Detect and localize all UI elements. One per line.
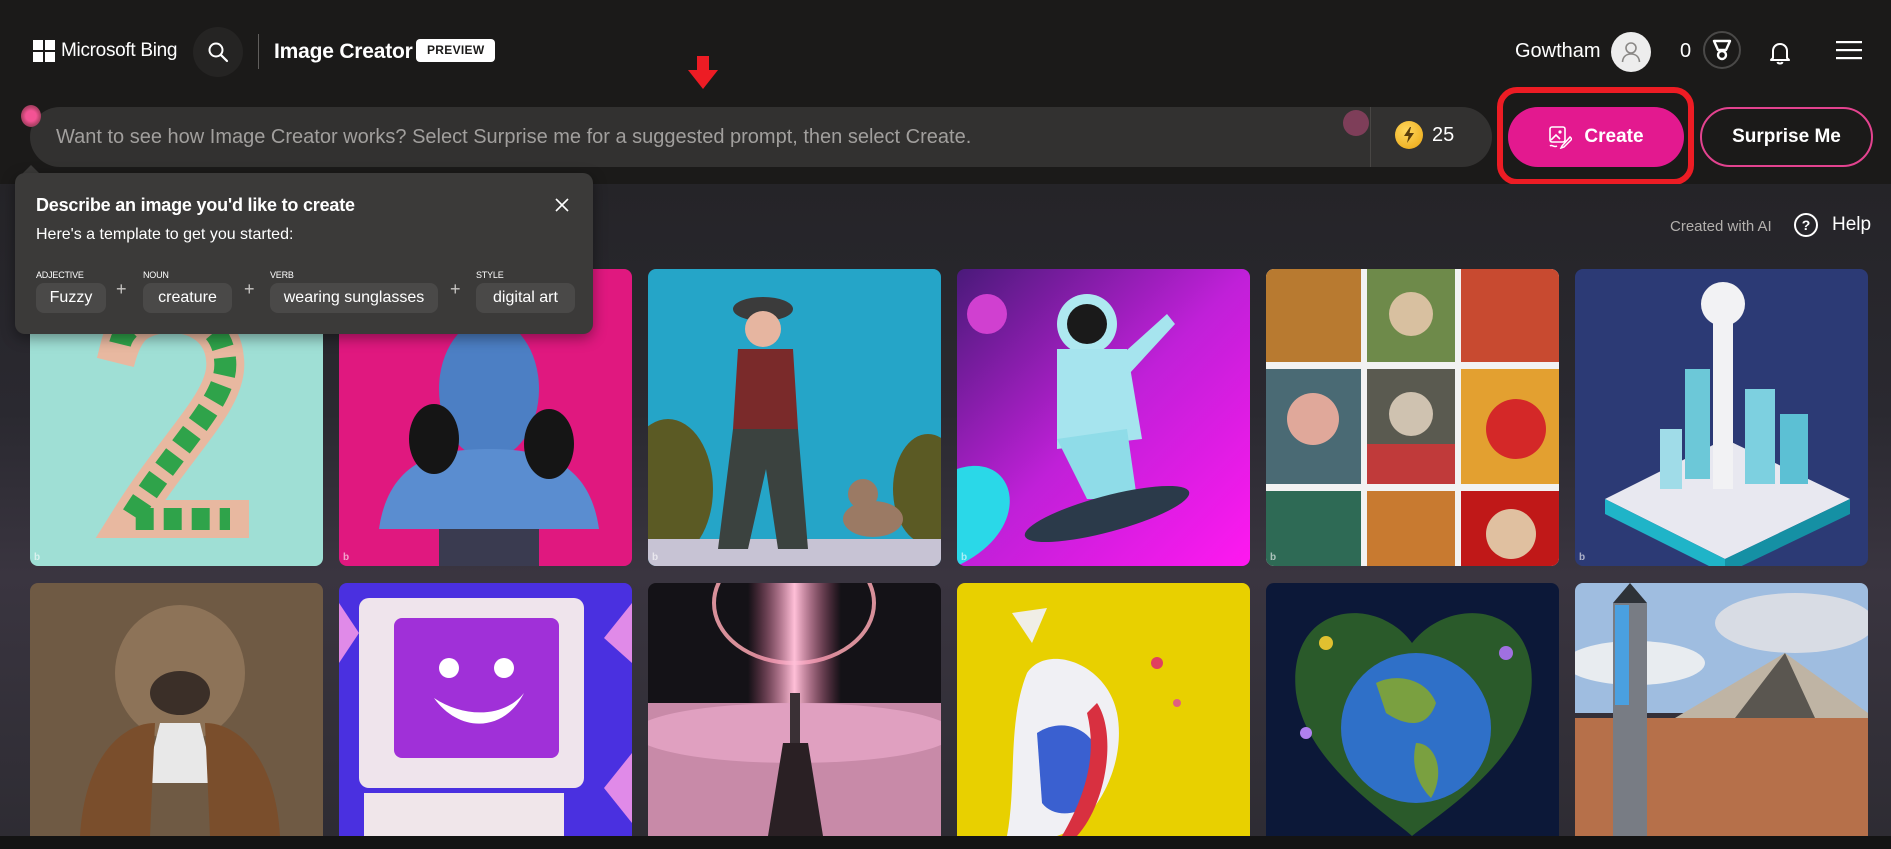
bing-watermark: b [961,552,968,563]
help-link[interactable]: Help [1832,214,1871,236]
popover-title: Describe an image you'd like to create [36,195,355,215]
prompt-separator [1370,107,1371,167]
trophy-medal-icon [1712,39,1732,61]
bing-watermark: b [34,552,41,563]
boosts-counter[interactable]: 25 [1395,121,1454,149]
plus-separator: + [244,279,255,299]
adjective-chip[interactable]: Fuzzy [36,283,106,313]
create-button-label: Create [1584,126,1644,147]
preview-badge: PREVIEW [416,39,496,62]
user-name[interactable]: Gowtham [1515,40,1601,63]
plus-separator: + [450,279,461,299]
image-edit-icon [1549,126,1573,149]
prompt-indicator-dot [21,105,41,127]
boosts-count: 25 [1432,123,1455,146]
prompt-bar: 25 [30,107,1492,167]
red-down-arrow-icon [688,56,718,89]
pug-portrait-image [30,583,323,836]
desert-obelisk-image [1575,583,1868,836]
user-icon [1621,42,1641,63]
surprise-me-button[interactable]: Surprise Me [1700,107,1873,167]
search-icon [208,42,229,63]
gallery-image[interactable] [1575,583,1868,836]
microsoft-logo-icon [33,40,55,62]
smiling-computer-image [339,583,632,836]
image-creator-page: Microsoft Bing Image Creator PREVIEW Gow… [0,0,1891,849]
gallery-image[interactable] [1266,583,1559,836]
gallery-image[interactable] [957,583,1250,836]
avatar[interactable] [1611,32,1651,72]
rewards-points[interactable]: 0 [1680,40,1691,63]
astronaut-skateboard-image [957,269,1250,566]
style-chip[interactable]: digital art [476,283,575,313]
gallery-image[interactable] [30,583,323,836]
earth-flowers-image [1266,583,1559,836]
bing-watermark: b [1579,552,1586,563]
gallery-image[interactable] [339,583,632,836]
bell-icon[interactable] [1768,40,1792,66]
help-icon[interactable]: ? [1794,213,1818,237]
verb-label: VERB [270,270,294,280]
bing-brand-link[interactable]: Microsoft Bing [33,40,177,62]
header-divider [258,34,259,69]
light-beam-clouds-image [648,583,941,836]
lightning-coin-icon [1395,121,1423,149]
gallery-image[interactable]: b [648,269,941,566]
adjective-label: ADJECTIVE [36,270,84,280]
bing-watermark: b [652,552,659,563]
old-man-dog-image [648,269,941,566]
verb-chip[interactable]: wearing sunglasses [270,283,438,313]
gallery-image[interactable]: b [1266,269,1559,566]
gallery-image[interactable]: b [957,269,1250,566]
plus-separator: + [116,279,127,299]
isometric-city-image [1575,269,1868,566]
app-title[interactable]: Image Creator [274,40,413,64]
search-button[interactable] [193,27,243,77]
close-icon[interactable] [552,195,572,215]
top-header: Microsoft Bing Image Creator PREVIEW Gow… [0,0,1891,89]
created-with-ai-label: Created with AI [1670,218,1772,235]
rewards-button[interactable] [1703,31,1741,69]
prompt-template-popover: Describe an image you'd like to create H… [15,173,593,334]
gallery-image[interactable] [648,583,941,836]
hamburger-menu-icon[interactable] [1836,40,1862,60]
prompt-input[interactable] [56,107,1376,167]
noun-label: NOUN [143,270,169,280]
bing-watermark: b [1270,552,1277,563]
bottom-bar [0,836,1891,849]
brand-name: Microsoft Bing [61,40,178,61]
create-button[interactable]: Create [1508,107,1684,167]
noun-chip[interactable]: creature [143,283,232,313]
folk-portraits-grid-image [1266,269,1559,566]
popover-subtitle: Here's a template to get you started: [36,226,294,243]
gallery-image[interactable]: b [1575,269,1868,566]
coin-glow-indicator [1343,110,1369,136]
bing-watermark: b [343,552,350,563]
exploding-sneaker-image [957,583,1250,836]
style-label: STYLE [476,270,504,280]
